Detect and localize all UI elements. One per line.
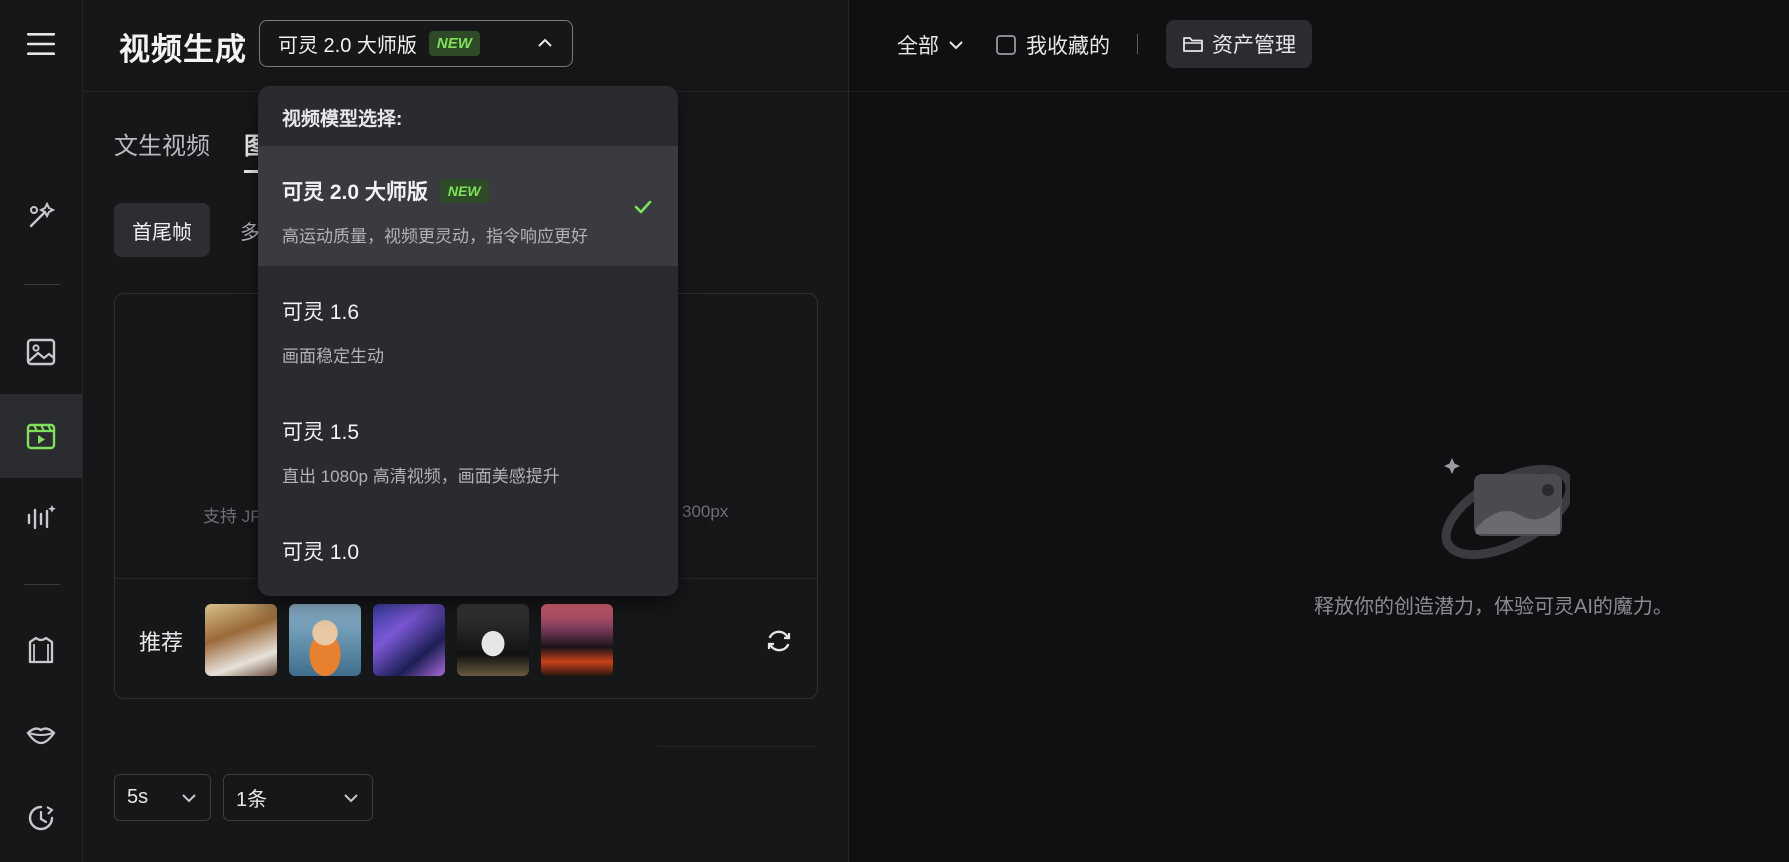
rail-history-button[interactable] (0, 786, 82, 850)
filter-all-label: 全部 (897, 35, 939, 58)
rail-separator (24, 584, 60, 585)
rail-lipsync-button[interactable] (0, 702, 82, 766)
asset-manage-label: 资产管理 (1212, 34, 1296, 57)
favorites-toggle[interactable]: 我收藏的 (996, 30, 1110, 60)
count-value: 1条 (236, 789, 268, 811)
folder-icon (1183, 37, 1203, 52)
chevron-down-icon (182, 794, 196, 803)
audio-wave-icon (27, 505, 56, 530)
dropdown-header: 视频模型选择: (282, 109, 403, 130)
model-option-1-0[interactable]: 可灵 1.0 (258, 506, 678, 596)
rail-video-button[interactable] (0, 394, 82, 478)
image-icon (26, 338, 56, 366)
magic-brush-icon (29, 201, 56, 228)
tab-text-to-video[interactable]: 文生视频 (114, 126, 210, 161)
model-option-name: 可灵 1.5 (282, 421, 360, 444)
model-select[interactable]: 可灵 2.0 大师版 NEW (259, 20, 573, 67)
thumbnail-city-neon[interactable] (373, 604, 445, 676)
video-icon (26, 423, 56, 450)
favorites-checkbox[interactable] (996, 35, 1016, 55)
rail-image-button[interactable] (0, 320, 82, 384)
duration-value: 5s (127, 786, 149, 808)
model-option-name: 可灵 1.6 (282, 301, 360, 324)
model-option-2-0-master[interactable]: 可灵 2.0 大师版 NEW 高运动质量，视频更灵动，指令响应更好 (258, 146, 678, 266)
model-option-desc: 直出 1080p 高清视频，画面美感提升 (282, 467, 560, 486)
empty-state-text: 释放你的创造潜力，体验可灵AI的魔力。 (1314, 596, 1673, 618)
model-dropdown: 视频模型选择: 可灵 2.0 大师版 NEW 高运动质量，视频更灵动，指令响应更… (258, 86, 678, 596)
rail-creative-button[interactable] (0, 184, 82, 248)
refresh-button[interactable] (765, 627, 793, 655)
toolbar-separator (1137, 34, 1138, 54)
model-option-1-5[interactable]: 可灵 1.5 直出 1080p 高清视频，画面美感提升 (258, 386, 678, 506)
rail-separator (24, 284, 60, 285)
results-toolbar: 全部 我收藏的 资产管理 (849, 0, 1789, 92)
lips-icon (26, 727, 56, 745)
recommend-label: 推荐 (139, 630, 184, 655)
sub-tabs: 首尾帧 多 (114, 203, 278, 257)
chevron-down-icon (344, 794, 358, 803)
model-option-name-row: 可灵 2.0 大师版 NEW (282, 176, 489, 206)
rail-audio-button[interactable] (0, 486, 82, 550)
refresh-icon (767, 630, 791, 652)
new-badge: NEW (439, 179, 489, 203)
chevron-up-icon (538, 38, 552, 47)
count-select[interactable]: 1条 (223, 774, 373, 821)
empty-illustration-icon (1441, 458, 1570, 560)
upload-hint: 支持 JP (203, 507, 262, 526)
recommend-thumbnails (205, 604, 613, 676)
upload-hint-size: 300px (682, 502, 729, 521)
favorites-label: 我收藏的 (1026, 35, 1110, 58)
duration-select[interactable]: 5s (114, 774, 211, 821)
recommend-row: 推荐 (115, 578, 817, 699)
generation-settings: 5s 1条 (114, 774, 373, 821)
new-badge: NEW (428, 31, 480, 56)
asset-manage-button[interactable]: 资产管理 (1166, 20, 1312, 68)
model-option-name: 可灵 1.0 (282, 541, 360, 564)
thumbnail-white-figure[interactable] (457, 604, 529, 676)
mode-tabs: 文生视频 图 (114, 126, 268, 173)
chevron-down-icon (949, 41, 963, 50)
clothing-icon (28, 636, 54, 664)
thumbnail-hamster-float[interactable] (289, 604, 361, 676)
filter-all-dropdown[interactable]: 全部 (897, 30, 965, 60)
menu-button[interactable] (0, 12, 82, 76)
model-option-name: 可灵 2.0 大师版 (282, 181, 428, 204)
thumbnail-snowy-scene[interactable] (205, 604, 277, 676)
empty-state: 释放你的创造潜力，体验可灵AI的魔力。 (1300, 450, 1720, 630)
hamburger-icon (27, 33, 55, 55)
panel-header: 视频生成 可灵 2.0 大师版 NEW (83, 0, 848, 92)
page-title: 视频生成 (119, 32, 247, 67)
divider (657, 746, 817, 747)
model-option-desc: 画面稳定生动 (282, 347, 384, 366)
model-option-1-6[interactable]: 可灵 1.6 画面稳定生动 (258, 266, 678, 386)
subtab-first-last-frame[interactable]: 首尾帧 (114, 203, 210, 257)
left-rail (0, 0, 83, 862)
history-icon (28, 805, 54, 831)
check-icon (634, 200, 652, 214)
model-option-desc: 高运动质量，视频更灵动，指令响应更好 (282, 227, 588, 246)
thumbnail-lava-sunset[interactable] (541, 604, 613, 676)
rail-tryon-button[interactable] (0, 618, 82, 682)
model-select-label: 可灵 2.0 大师版 (278, 35, 417, 57)
